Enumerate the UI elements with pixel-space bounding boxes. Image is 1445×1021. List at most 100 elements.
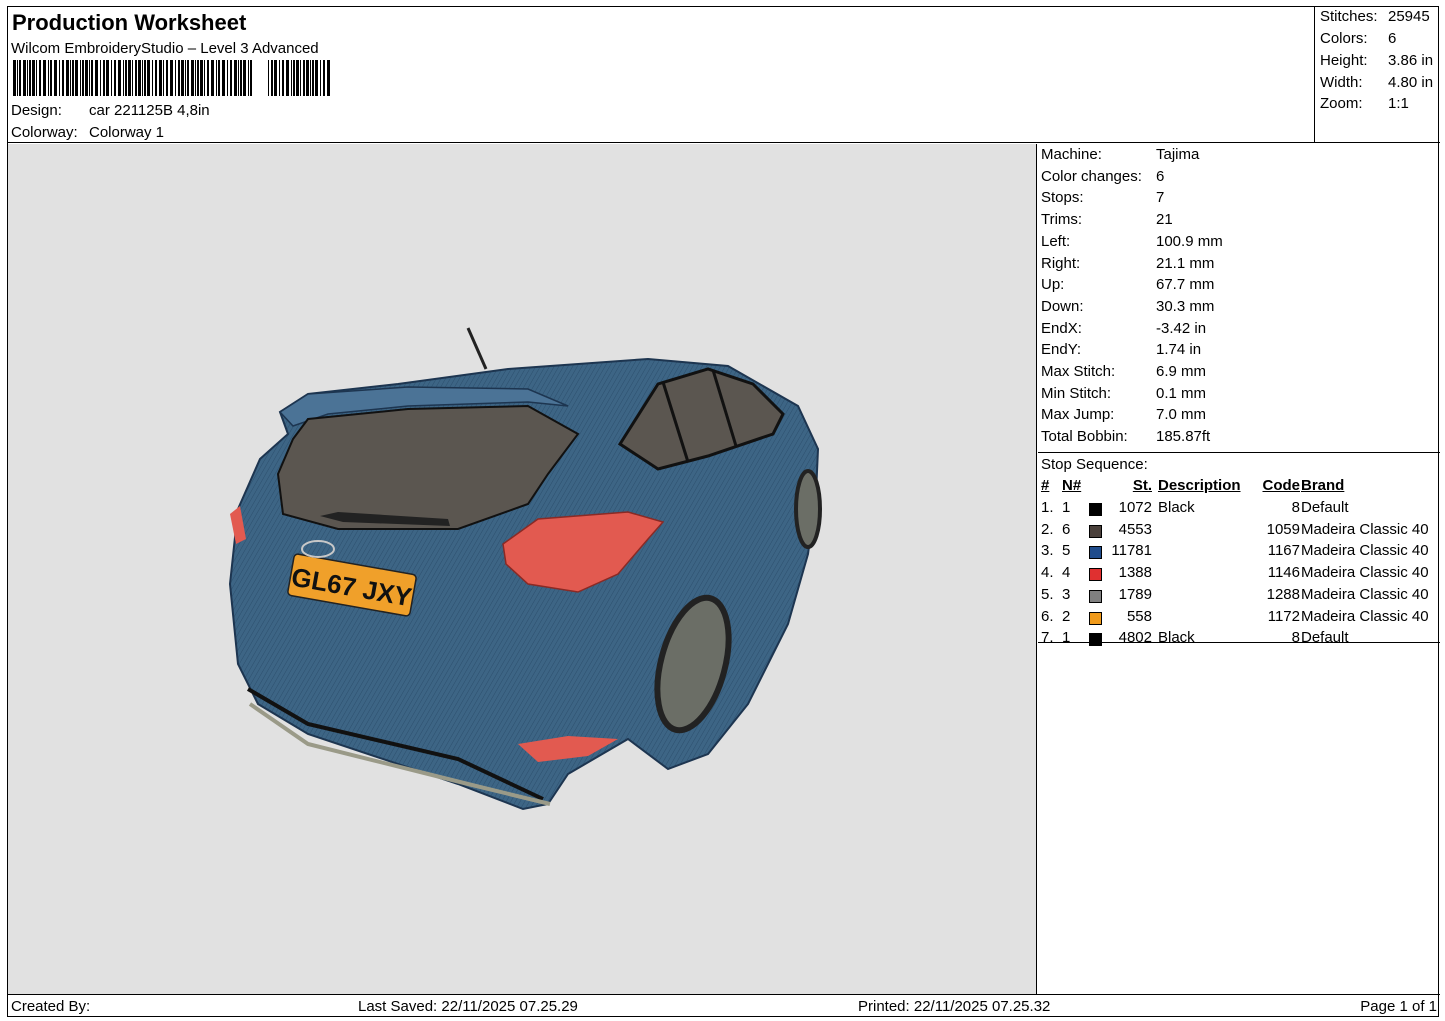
colorway-value: Colorway 1	[89, 124, 165, 141]
thread-description: Black	[1158, 629, 1195, 647]
barcode-bar	[54, 60, 57, 96]
info-row: Trims: 21	[1041, 211, 1173, 228]
barcode-bar	[111, 60, 112, 96]
barcode-bar	[75, 60, 78, 96]
info-value: 30.3 mm	[1156, 297, 1215, 315]
barcode-bar	[185, 60, 186, 96]
info-label: Max Stitch:	[1041, 363, 1116, 380]
stop-sequence-title: Stop Sequence:	[1041, 456, 1148, 473]
barcode-bar	[312, 60, 314, 96]
barcode-bar	[66, 60, 69, 96]
stop-sequence-header: # N# St. Description Code Brand	[1038, 477, 1440, 499]
barcode-bar	[218, 60, 220, 96]
needle-number: 5	[1062, 542, 1071, 560]
needle-number: 3	[1062, 585, 1071, 603]
col-n-header: N#	[1062, 477, 1082, 494]
summary-row: Width: 4.80 in	[1320, 74, 1438, 91]
barcode-bar	[135, 60, 137, 96]
needle-number: 4	[1062, 564, 1071, 582]
info-row: Max Stitch: 6.9 mm	[1041, 363, 1206, 380]
stop-sequence-row: 6. 2 558 1172 Madeira Classic 40	[1038, 608, 1440, 630]
barcode-bar	[23, 60, 26, 96]
info-label: Trims:	[1041, 211, 1083, 229]
divider	[1038, 642, 1440, 643]
barcode-bar	[268, 60, 269, 96]
thread-brand: Default	[1301, 629, 1349, 647]
barcode-bar	[17, 60, 18, 96]
barcode-bar	[128, 60, 131, 96]
info-row: Machine: Tajima	[1041, 146, 1199, 163]
info-value: 6.9 mm	[1156, 363, 1207, 380]
front-wheel-shape	[794, 469, 822, 549]
barcode-bar	[27, 60, 28, 96]
barcode-bar	[59, 60, 60, 96]
barcode-bar	[80, 60, 81, 96]
info-label: Min Stitch:	[1041, 384, 1112, 402]
info-panel: Stop Sequence: # N# St. Description Code…	[1038, 144, 1440, 994]
info-label: EndY:	[1041, 341, 1082, 359]
info-value: 1.74 in	[1156, 341, 1202, 359]
barcode-bar	[187, 60, 189, 96]
stitch-count: 4553	[1118, 520, 1152, 538]
info-row: Down: 30.3 mm	[1041, 298, 1214, 315]
barcode-bar	[72, 60, 74, 96]
barcode-bar	[175, 60, 176, 96]
stitch-count: 1789	[1118, 585, 1152, 603]
barcode-bar	[293, 60, 295, 96]
design-preview: GL67 JXY	[8, 144, 1037, 994]
info-label: Up:	[1041, 276, 1065, 294]
summary-label: Stitches:	[1320, 8, 1378, 25]
info-value: 100.9 mm	[1156, 232, 1223, 250]
summary-value: 6	[1388, 30, 1397, 47]
barcode-bar	[197, 60, 199, 96]
info-row: Up: 67.7 mm	[1041, 276, 1214, 293]
barcode-bar	[43, 60, 46, 96]
barcode-bar	[204, 60, 205, 96]
thread-code: 8	[1291, 499, 1300, 516]
barcode-bar	[211, 60, 214, 96]
barcode-bar	[147, 60, 150, 96]
barcode-bar	[100, 60, 101, 96]
row-number: 6.	[1041, 607, 1054, 625]
color-swatch	[1089, 568, 1102, 582]
colorway-row: Colorway: Colorway 1	[11, 124, 164, 141]
col-description-header: Description	[1158, 477, 1241, 494]
worksheet-header: Production Worksheet Wilcom EmbroiderySt…	[8, 7, 1314, 143]
info-value: 7	[1156, 189, 1165, 207]
info-label: Machine:	[1041, 146, 1102, 163]
thread-brand: Madeira Classic 40	[1301, 607, 1429, 625]
info-label: Max Jump:	[1041, 406, 1115, 424]
barcode-bar	[48, 60, 49, 96]
barcode-bar	[123, 60, 124, 96]
summary-label: Colors:	[1320, 30, 1368, 47]
needle-number: 6	[1062, 520, 1071, 538]
thread-description: Black	[1158, 499, 1195, 516]
barcode-bar	[144, 60, 146, 96]
barcode-bar	[327, 60, 330, 96]
thread-code: 1288	[1266, 585, 1300, 603]
barcode-bar	[243, 60, 246, 96]
info-row: Max Jump: 7.0 mm	[1041, 406, 1206, 423]
barcode-bar	[320, 60, 321, 96]
barcode-bar	[36, 60, 37, 96]
stop-sequence-row: 5. 3 1789 1288 Madeira Classic 40	[1038, 586, 1440, 608]
col-stitches-header: St.	[1132, 477, 1152, 494]
barcode-bar	[89, 60, 90, 96]
barcode-bar	[286, 60, 289, 96]
info-label: Right:	[1041, 254, 1081, 272]
barcode-bar	[303, 60, 305, 96]
info-label: Color changes:	[1041, 167, 1142, 185]
info-label: Stops:	[1041, 189, 1084, 207]
barcode-bar	[39, 60, 41, 96]
software-name: Wilcom EmbroideryStudio – Level 3 Advanc…	[11, 40, 319, 57]
color-swatch	[1089, 524, 1102, 538]
barcode-bar	[95, 60, 98, 96]
info-value: 6	[1156, 167, 1165, 185]
summary-label: Zoom:	[1320, 95, 1363, 112]
color-swatch	[1089, 633, 1102, 647]
barcode-bar	[306, 60, 309, 96]
barcode-bar	[195, 60, 196, 96]
barcode-bar	[291, 60, 292, 96]
barcode-bar	[152, 60, 153, 96]
barcode-bar	[300, 60, 301, 96]
